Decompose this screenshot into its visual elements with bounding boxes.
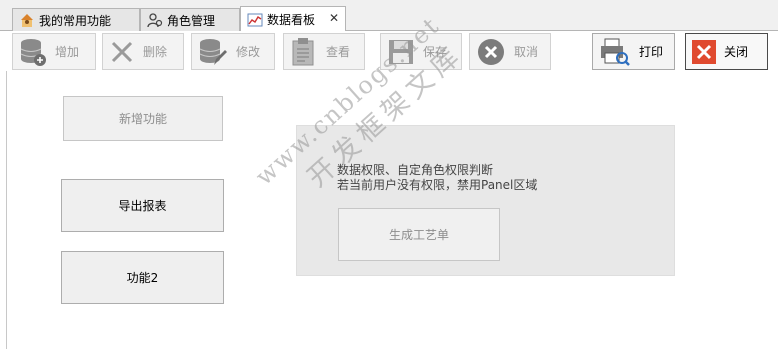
generate-process-sheet-button[interactable]: 生成工艺单 — [338, 208, 500, 261]
add-button[interactable]: 增加 — [12, 33, 96, 70]
save-label: 保存 — [423, 45, 448, 59]
tab-role-management[interactable]: 角色管理 — [140, 8, 240, 31]
generate-process-sheet-label: 生成工艺单 — [388, 228, 449, 242]
clipboard-icon — [292, 37, 314, 65]
close-label: 关闭 — [724, 45, 749, 59]
database-add-icon — [20, 38, 46, 66]
save-button[interactable]: 保存 — [380, 33, 462, 70]
function2-label: 功能2 — [126, 271, 159, 285]
toolbar: 增加 删除 修改 查看 保存 取消 打印 关闭 — [0, 31, 778, 71]
tab-label: 数据看板 — [267, 13, 316, 27]
cancel-circle-icon — [478, 38, 504, 65]
view-label: 查看 — [326, 45, 351, 59]
print-button[interactable]: 打印 — [592, 33, 675, 70]
permission-panel: 数据权限、自定角色权限判断 若当前用户没有权限，禁用Panel区域 生成工艺单 — [296, 125, 675, 276]
close-button[interactable]: 关闭 — [685, 33, 768, 70]
new-function-button[interactable]: 新增功能 — [63, 96, 223, 141]
home-user-icon — [21, 14, 33, 27]
cancel-button[interactable]: 取消 — [469, 33, 551, 70]
add-label: 增加 — [55, 45, 80, 59]
edit-label: 修改 — [236, 45, 261, 59]
delete-button[interactable]: 删除 — [102, 33, 184, 70]
delete-label: 删除 — [143, 45, 168, 59]
edit-button[interactable]: 修改 — [191, 33, 275, 70]
print-preview-icon — [601, 38, 630, 66]
close-icon[interactable]: ✕ — [329, 11, 339, 25]
export-report-button[interactable]: 导出报表 — [61, 179, 224, 232]
users-icon — [147, 13, 163, 28]
left-divider — [6, 71, 7, 349]
new-function-label: 新增功能 — [118, 112, 167, 126]
app-window: 我的常用功能 角色管理 数据看板 ✕ 增加 删除 修改 查看 保存 取消 打印 … — [0, 0, 778, 349]
tab-my-functions[interactable]: 我的常用功能 — [12, 8, 140, 31]
close-icon — [692, 39, 716, 64]
line-chart-icon — [247, 13, 263, 26]
export-report-label: 导出报表 — [118, 199, 167, 213]
cancel-label: 取消 — [514, 45, 539, 59]
function2-button[interactable]: 功能2 — [61, 251, 224, 304]
database-edit-icon — [199, 38, 227, 65]
tab-strip: 我的常用功能 角色管理 数据看板 ✕ — [0, 0, 778, 32]
view-button[interactable]: 查看 — [283, 33, 365, 70]
panel-description-line2: 若当前用户没有权限，禁用Panel区域 — [337, 178, 538, 192]
x-mark-icon — [111, 41, 133, 62]
floppy-disk-icon — [389, 39, 413, 64]
print-label: 打印 — [639, 45, 664, 59]
tab-label: 我的常用功能 — [39, 13, 112, 28]
tab-data-dashboard[interactable]: 数据看板 ✕ — [240, 6, 346, 32]
tab-label: 角色管理 — [167, 13, 216, 28]
